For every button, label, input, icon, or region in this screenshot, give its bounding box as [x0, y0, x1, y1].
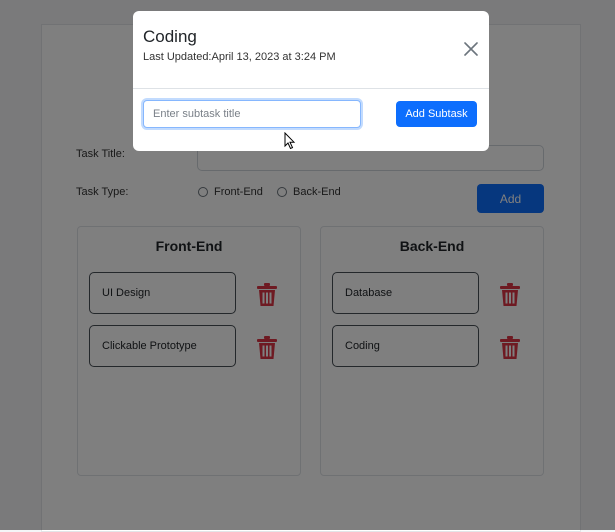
add-subtask-button[interactable]: Add Subtask — [396, 101, 477, 127]
subtask-modal: Coding Last Updated:April 13, 2023 at 3:… — [133, 11, 489, 151]
subtask-title-input[interactable] — [143, 100, 361, 128]
modal-last-updated: Last Updated:April 13, 2023 at 3:24 PM — [143, 51, 336, 63]
modal-divider — [133, 88, 489, 89]
modal-title: Coding — [143, 27, 197, 46]
mouse-cursor-icon — [284, 132, 296, 150]
close-icon[interactable] — [464, 42, 478, 56]
